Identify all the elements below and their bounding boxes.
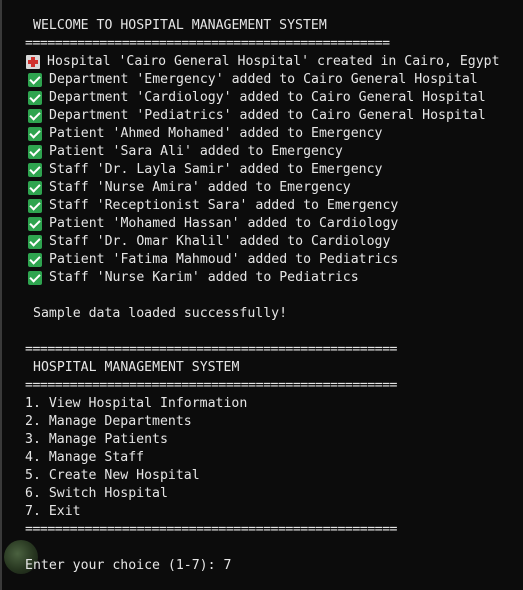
log-text: Patient 'Fatima Mahmoud' added to Pediat…	[49, 252, 399, 267]
menu-option: 4. Manage Staff	[25, 450, 145, 465]
check-mark-icon	[28, 145, 42, 159]
check-mark-icon	[28, 235, 42, 249]
menu-option: 1. View Hospital Information	[25, 396, 248, 411]
prompt-label: Enter your choice (1-7):	[25, 558, 224, 573]
menu-option: 7. Exit	[25, 504, 81, 519]
log-entry: Staff 'Dr. Omar Khalil' added to Cardiol…	[28, 233, 390, 251]
menu-option: 5. Create New Hospital	[25, 468, 200, 483]
log-text: Staff 'Dr. Layla Samir' added to Emergen…	[49, 162, 383, 177]
log-entry: Department 'Emergency' added to Cairo Ge…	[28, 71, 478, 89]
choice-prompt[interactable]: Enter your choice (1-7): 7	[25, 557, 231, 575]
log-text: Department 'Pediatrics' added to Cairo G…	[49, 108, 486, 123]
check-mark-icon	[28, 181, 42, 195]
log-entry: Patient 'Fatima Mahmoud' added to Pediat…	[28, 251, 398, 269]
log-entry: Staff 'Nurse Amira' added to Emergency	[28, 179, 351, 197]
log-entry: Patient 'Ahmed Mohamed' added to Emergen…	[28, 125, 382, 143]
check-mark-icon	[28, 253, 42, 267]
check-mark-icon	[28, 163, 42, 177]
log-text: Staff 'Dr. Omar Khalil' added to Cardiol…	[49, 234, 391, 249]
check-mark-icon	[28, 73, 42, 87]
log-entry: Staff 'Receptionist Sara' added to Emerg…	[28, 197, 398, 215]
log-entry: Patient 'Sara Ali' added to Emergency	[28, 143, 343, 161]
separator-line: ========================================…	[25, 342, 397, 357]
hospital-icon	[26, 55, 40, 69]
check-mark-icon	[28, 91, 42, 105]
check-mark-icon	[28, 271, 42, 285]
check-mark-icon	[28, 199, 42, 213]
separator-line: ========================================…	[25, 378, 397, 393]
menu-title: HOSPITAL MANAGEMENT SYSTEM	[33, 360, 240, 375]
log-entry: Department 'Cardiology' added to Cairo G…	[28, 89, 486, 107]
log-text: Patient 'Ahmed Mohamed' added to Emergen…	[49, 126, 383, 141]
log-entry: Staff 'Nurse Karim' added to Pediatrics	[28, 269, 359, 287]
log-entry: Department 'Pediatrics' added to Cairo G…	[28, 107, 486, 125]
menu-option: 6. Switch Hospital	[25, 486, 168, 501]
check-mark-icon	[28, 217, 42, 231]
check-mark-icon	[28, 127, 42, 141]
terminal-window[interactable]: WELCOME TO HOSPITAL MANAGEMENT SYSTEM ==…	[0, 0, 523, 590]
separator-line: ========================================…	[25, 522, 397, 537]
log-text: Patient 'Mohamed Hassan' added to Cardio…	[49, 216, 399, 231]
check-mark-icon	[28, 109, 42, 123]
log-hospital-created: Hospital 'Cairo General Hospital' create…	[26, 53, 500, 71]
log-text: Staff 'Nurse Karim' added to Pediatrics	[49, 270, 359, 285]
log-text: Hospital 'Cairo General Hospital' create…	[47, 54, 500, 69]
log-text: Staff 'Nurse Amira' added to Emergency	[49, 180, 351, 195]
log-entry: Staff 'Dr. Layla Samir' added to Emergen…	[28, 161, 382, 179]
log-entry: Patient 'Mohamed Hassan' added to Cardio…	[28, 215, 398, 233]
menu-option: 2. Manage Departments	[25, 414, 192, 429]
log-text: Patient 'Sara Ali' added to Emergency	[49, 144, 343, 159]
welcome-title: WELCOME TO HOSPITAL MANAGEMENT SYSTEM	[33, 18, 327, 33]
choice-input-value[interactable]: 7	[224, 558, 232, 573]
separator-line: ========================================…	[25, 36, 390, 51]
loaded-message: Sample data loaded successfully!	[33, 306, 288, 321]
log-text: Department 'Cardiology' added to Cairo G…	[49, 90, 486, 105]
log-text: Department 'Emergency' added to Cairo Ge…	[49, 72, 478, 87]
log-text: Staff 'Receptionist Sara' added to Emerg…	[49, 198, 399, 213]
menu-option: 3. Manage Patients	[25, 432, 168, 447]
